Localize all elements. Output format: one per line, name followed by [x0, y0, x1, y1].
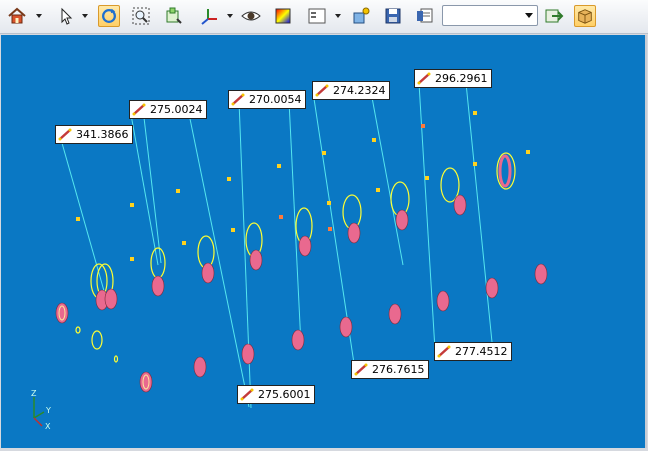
- ruler-icon: [436, 344, 452, 359]
- measure-value: 275.6001: [258, 388, 311, 401]
- measure-label[interactable]: 275.6001: [237, 385, 315, 404]
- triad-z-label: Z: [31, 389, 37, 398]
- ruler-icon: [57, 127, 73, 142]
- measure-label[interactable]: 277.4512: [434, 342, 512, 361]
- home-dropdown-arrow[interactable]: [36, 14, 42, 18]
- measure-label[interactable]: 276.7615: [351, 360, 429, 379]
- render-color-icon[interactable]: [272, 5, 294, 27]
- ruler-icon: [239, 387, 255, 402]
- triad-y-label: Y: [45, 406, 51, 415]
- home-icon[interactable]: [6, 5, 28, 27]
- view-combo[interactable]: [442, 5, 538, 26]
- triad-x-label: X: [45, 422, 51, 431]
- new-item-icon[interactable]: [350, 5, 372, 27]
- pink-rings: [55, 194, 548, 393]
- measure-value: 341.3866: [76, 128, 129, 141]
- ruler-icon: [131, 102, 147, 117]
- measure-label[interactable]: 274.2324: [312, 81, 390, 100]
- axis-triad: Z Y X: [31, 389, 51, 431]
- ruler-icon: [353, 362, 369, 377]
- properties-icon[interactable]: [414, 5, 436, 27]
- measure-label[interactable]: 296.2961: [414, 69, 492, 88]
- measure-label[interactable]: 270.0054: [228, 90, 306, 109]
- ruler-icon: [230, 92, 246, 107]
- 3d-viewport[interactable]: Z Y X 341.3866 275.0024 270.0054 274.232…: [1, 35, 647, 448]
- measure-label[interactable]: 341.3866: [55, 125, 133, 144]
- axes-dropdown-arrow[interactable]: [227, 14, 233, 18]
- layout-dropdown-arrow[interactable]: [335, 14, 341, 18]
- select-dropdown-arrow[interactable]: [82, 14, 88, 18]
- main-toolbar: [0, 0, 648, 34]
- ruler-icon: [416, 71, 432, 86]
- export-icon[interactable]: [543, 5, 565, 27]
- package-icon[interactable]: [574, 5, 596, 27]
- axes-view-icon[interactable]: [198, 5, 220, 27]
- measure-value: 274.2324: [333, 84, 386, 97]
- measure-value: 276.7615: [372, 363, 425, 376]
- measure-value: 275.0024: [150, 103, 203, 116]
- layout-panel-icon[interactable]: [306, 5, 328, 27]
- save-view-icon[interactable]: [382, 5, 404, 27]
- measure-value: 277.4512: [455, 345, 508, 358]
- chevron-down-icon[interactable]: [525, 13, 533, 18]
- rotate-icon[interactable]: [98, 5, 120, 27]
- zoom-window-icon[interactable]: [162, 5, 184, 27]
- ruler-icon: [314, 83, 330, 98]
- select-pointer-icon[interactable]: [55, 5, 77, 27]
- zoom-fit-icon[interactable]: [130, 5, 152, 27]
- measure-label[interactable]: 275.0024: [129, 100, 207, 119]
- eye-icon[interactable]: [240, 5, 262, 27]
- measure-value: 296.2961: [435, 72, 488, 85]
- measure-value: 270.0054: [249, 93, 302, 106]
- measure-line-1: [59, 135, 109, 306]
